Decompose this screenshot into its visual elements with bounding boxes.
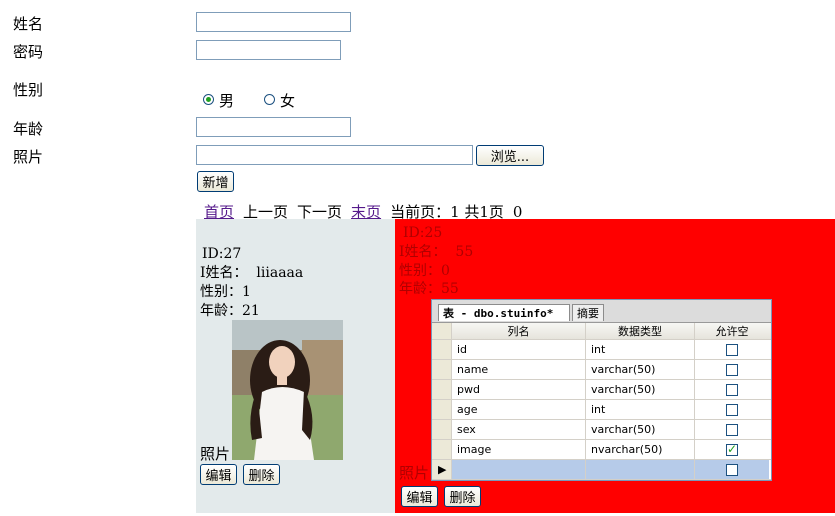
sex-label: 性别	[13, 81, 44, 99]
delete-button[interactable]: 删除	[444, 486, 481, 507]
allow-null-checkbox	[726, 363, 738, 376]
photo-file-input[interactable]	[196, 145, 473, 165]
allow-null-checkbox	[726, 463, 738, 476]
allow-null-checkbox-checked	[726, 442, 738, 456]
sex-female-label: 女	[280, 92, 296, 110]
header-allow-null: 允许空	[715, 325, 749, 338]
card-sex: 性别：0	[399, 263, 450, 279]
column-name-cell: pwd	[452, 380, 586, 399]
table-row: image nvarchar(50)	[432, 440, 771, 460]
card-id: ID:25	[403, 225, 443, 241]
allow-null-checkbox	[726, 423, 738, 436]
tab-table-stuinfo: 表 - dbo.stuinfo*	[438, 304, 570, 321]
header-column-name: 列名	[452, 323, 586, 339]
columns-grid: 列名 数据类型 允许空 id int name varchar(50) pwd …	[432, 323, 771, 480]
table-row: sex varchar(50)	[432, 420, 771, 440]
data-type-cell: varchar(50)	[586, 420, 695, 439]
allow-null-checkbox	[726, 403, 738, 416]
age-input[interactable]	[196, 117, 351, 137]
card-age: 年龄：21	[200, 303, 260, 319]
browse-button[interactable]: 浏览...	[476, 145, 544, 166]
edit-button[interactable]: 编辑	[200, 464, 237, 485]
card-name: I姓名： liiaaaa	[200, 265, 304, 281]
table-row: id int	[432, 340, 771, 360]
table-designer-image: 表 - dbo.stuinfo* 摘要 列名 数据类型 允许空 id int n…	[431, 299, 772, 481]
data-type-cell: nvarchar(50)	[586, 440, 695, 459]
allow-null-checkbox	[726, 343, 738, 356]
column-name-cell: sex	[452, 420, 586, 439]
data-type-cell: int	[586, 400, 695, 419]
password-input[interactable]	[196, 40, 341, 60]
sex-male-radio[interactable]	[203, 94, 214, 105]
edit-button[interactable]: 编辑	[401, 486, 438, 507]
card-id: ID:27	[202, 246, 242, 262]
data-type-cell: varchar(50)	[586, 380, 695, 399]
designer-tabs: 表 - dbo.stuinfo* 摘要	[432, 300, 771, 323]
sex-male-label: 男	[219, 92, 235, 110]
card-name: I姓名： 55	[399, 244, 474, 260]
card-photo-label: 照片	[399, 464, 430, 482]
column-name-cell: name	[452, 360, 586, 379]
allow-null-checkbox	[726, 383, 738, 396]
tab-summary: 摘要	[572, 304, 604, 321]
delete-button[interactable]: 删除	[243, 464, 280, 485]
column-name-cell: id	[452, 340, 586, 359]
card-sex: 性别：1	[200, 284, 251, 300]
pwd-label: 密码	[13, 43, 44, 61]
photo-label: 照片	[13, 148, 44, 166]
name-label: 姓名	[13, 15, 44, 33]
row-pointer-icon: ▶	[438, 463, 447, 476]
column-name-cell: age	[452, 400, 586, 419]
name-input[interactable]	[196, 12, 351, 32]
age-label: 年龄	[13, 120, 44, 138]
card-age: 年龄：55	[399, 281, 459, 297]
header-data-type: 数据类型	[586, 323, 695, 339]
data-type-cell: int	[586, 340, 695, 359]
student-photo	[232, 320, 343, 460]
data-type-cell: varchar(50)	[586, 360, 695, 379]
column-name-cell: image	[452, 440, 586, 459]
grid-header: 列名 数据类型 允许空	[432, 323, 771, 340]
table-row: pwd varchar(50)	[432, 380, 771, 400]
new-row: ▶	[432, 460, 771, 480]
sex-female-radio[interactable]	[264, 94, 275, 105]
table-row: name varchar(50)	[432, 360, 771, 380]
add-button[interactable]: 新增	[197, 171, 234, 192]
table-row: age int	[432, 400, 771, 420]
card-photo-label: 照片	[200, 445, 231, 463]
